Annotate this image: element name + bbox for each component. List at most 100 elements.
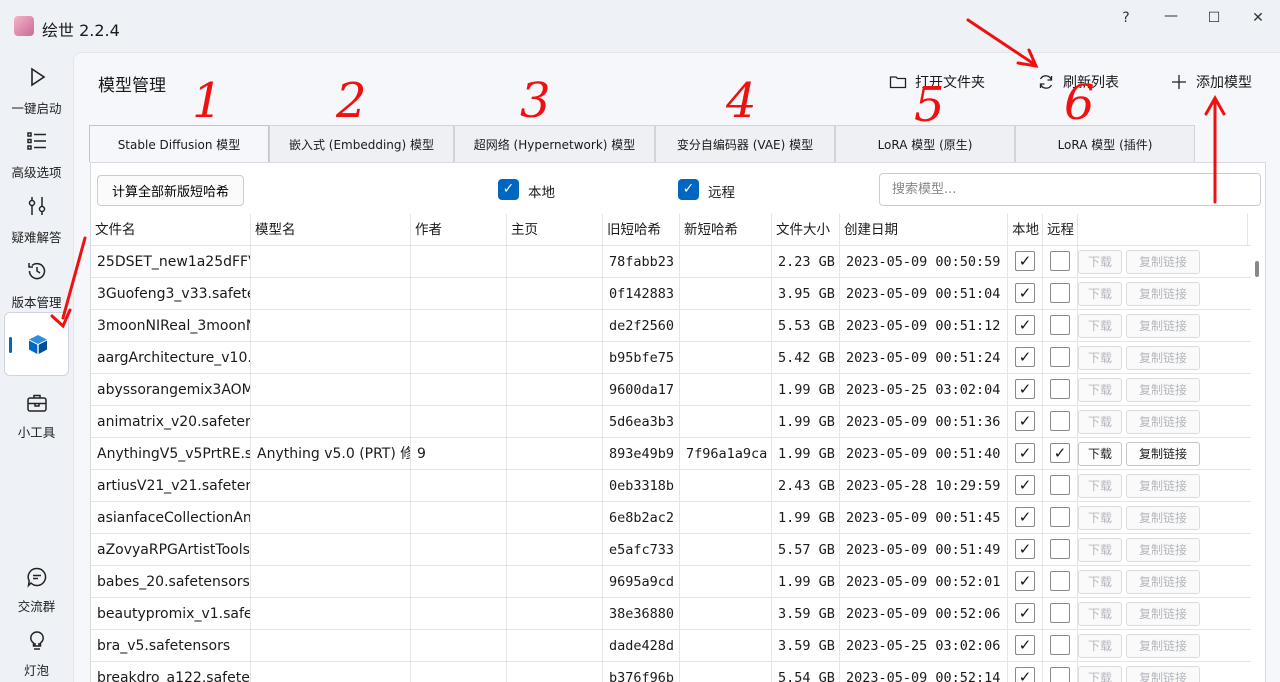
local-checkbox[interactable]: ✓ (1015, 283, 1035, 303)
copy-link-button[interactable]: 复制链接 (1126, 250, 1200, 274)
download-button[interactable]: 下载 (1078, 282, 1122, 306)
table-row[interactable]: abyssorangemix3AOM3_aom3 9600da17 1.99 GB2… (91, 374, 1251, 406)
maximize-button[interactable]: ☐ (1203, 8, 1225, 28)
download-button[interactable]: 下载 (1078, 602, 1122, 626)
table-row[interactable]: bra_v5.safetensors dade428d 3.59 GB 2023-05… (91, 630, 1251, 662)
table-row[interactable]: beautypromix_v1.safetensors 38e36880 3.59 … (91, 598, 1251, 630)
table-row[interactable]: babes_20.safetensors 9695a9cd 1.99 GB 2023-… (91, 566, 1251, 598)
download-button[interactable]: 下载 (1078, 346, 1122, 370)
tab-stable-diffusion[interactable]: Stable Diffusion 模型 (89, 125, 269, 162)
local-checkbox[interactable]: ✓ (1015, 539, 1035, 559)
local-checkbox[interactable]: ✓ (1015, 603, 1035, 623)
local-checkbox[interactable]: ✓ (1015, 251, 1035, 271)
column-header[interactable]: 文件大小 (772, 214, 840, 246)
help-button[interactable]: ? (1115, 8, 1137, 28)
column-header[interactable]: 远程 (1043, 214, 1078, 246)
remote-checkbox[interactable] (1050, 571, 1070, 591)
download-button[interactable]: 下载 (1078, 506, 1122, 530)
tab-vae[interactable]: 变分自编码器 (VAE) 模型 (655, 125, 835, 162)
table-row[interactable]: aargArchitecture_v10.safetensors b95bfe75… (91, 342, 1251, 374)
remote-checkbox[interactable] (1050, 315, 1070, 335)
remote-checkbox[interactable] (1050, 603, 1070, 623)
table-row[interactable]: 3Guofeng3_v33.safetensors 0f142883 3.95 GB… (91, 278, 1251, 310)
tab-hypernetwork[interactable]: 超网络 (Hypernetwork) 模型 (454, 125, 655, 162)
local-checkbox[interactable]: ✓ (1015, 475, 1035, 495)
tab-embedding[interactable]: 嵌入式 (Embedding) 模型 (269, 125, 454, 162)
download-button[interactable]: 下载 (1078, 442, 1122, 466)
column-header[interactable]: 新短哈希 (680, 214, 772, 246)
remote-checkbox[interactable] (1050, 347, 1070, 367)
minimize-button[interactable]: — (1160, 6, 1182, 26)
download-button[interactable]: 下载 (1078, 474, 1122, 498)
table-row[interactable]: artiusV21_v21.safetensors 0eb3318b 2.43 GB… (91, 470, 1251, 502)
column-header[interactable]: 文件名 (91, 214, 251, 246)
copy-link-button[interactable]: 复制链接 (1126, 314, 1200, 338)
table-row[interactable]: aZovyaRPGArtistTools_v3 e5afc733 5.57 GB20… (91, 534, 1251, 566)
download-button[interactable]: 下载 (1078, 250, 1122, 274)
copy-link-button[interactable]: 复制链接 (1126, 410, 1200, 434)
local-checkbox[interactable]: ✓ (498, 179, 519, 200)
remote-checkbox[interactable] (1050, 667, 1070, 682)
column-header[interactable]: 本地 (1008, 214, 1043, 246)
download-button[interactable]: 下载 (1078, 666, 1122, 682)
nav-tools[interactable]: 小工具 (4, 392, 69, 456)
table-row[interactable]: breakdro_a122.safetensors b376f96b 5.54 GB… (91, 662, 1251, 682)
remote-checkbox[interactable]: ✓ (678, 179, 699, 200)
copy-link-button[interactable]: 复制链接 (1126, 442, 1200, 466)
copy-link-button[interactable]: 复制链接 (1126, 378, 1200, 402)
nav-models[interactable] (4, 312, 69, 376)
table-row[interactable]: 3moonNIReal_3moonNIReal de2f2560 5.53 GB20… (91, 310, 1251, 342)
local-checkbox[interactable]: ✓ (1015, 635, 1035, 655)
nav-troubleshoot[interactable]: 疑难解答 (4, 195, 69, 259)
nav-bulb[interactable]: 灯泡 (4, 630, 69, 682)
download-button[interactable]: 下载 (1078, 570, 1122, 594)
copy-link-button[interactable]: 复制链接 (1126, 346, 1200, 370)
nav-launch[interactable]: 一键启动 (4, 66, 69, 130)
local-checkbox[interactable]: ✓ (1015, 507, 1035, 527)
local-checkbox[interactable]: ✓ (1015, 443, 1035, 463)
search-input[interactable] (879, 173, 1261, 206)
copy-link-button[interactable]: 复制链接 (1126, 666, 1200, 682)
column-header[interactable]: 作者 (411, 214, 507, 246)
local-checkbox[interactable]: ✓ (1015, 571, 1035, 591)
local-checkbox[interactable]: ✓ (1015, 347, 1035, 367)
download-button[interactable]: 下载 (1078, 634, 1122, 658)
copy-link-button[interactable]: 复制链接 (1126, 634, 1200, 658)
column-header[interactable]: 主页 (507, 214, 603, 246)
download-button[interactable]: 下载 (1078, 314, 1122, 338)
nav-community[interactable]: 交流群 (4, 566, 69, 630)
download-button[interactable]: 下载 (1078, 410, 1122, 434)
remote-checkbox[interactable] (1050, 379, 1070, 399)
nav-advanced[interactable]: 高级选项 (4, 130, 69, 194)
copy-link-button[interactable]: 复制链接 (1126, 506, 1200, 530)
table-row[interactable]: 25DSET_new1a25dFFVer 78fabb23 2.23 GB2023-… (91, 246, 1251, 278)
remote-checkbox[interactable] (1050, 283, 1070, 303)
remote-checkbox[interactable] (1050, 635, 1070, 655)
remote-checkbox[interactable] (1050, 507, 1070, 527)
vertical-scrollbar[interactable] (1255, 261, 1259, 277)
remote-checkbox[interactable] (1050, 539, 1070, 559)
table-row[interactable]: AnythingV5_v5PrtRE.safetensorsAnything v… (91, 438, 1251, 470)
close-button[interactable]: ✕ (1247, 8, 1269, 28)
column-header[interactable]: 旧短哈希 (603, 214, 680, 246)
remote-checkbox[interactable]: ✓ (1050, 443, 1070, 463)
remote-checkbox[interactable] (1050, 251, 1070, 271)
calc-hash-button[interactable]: 计算全部新版短哈希 (97, 175, 244, 206)
column-header[interactable]: 创建日期 (840, 214, 1008, 246)
local-checkbox[interactable]: ✓ (1015, 315, 1035, 335)
copy-link-button[interactable]: 复制链接 (1126, 538, 1200, 562)
copy-link-button[interactable]: 复制链接 (1126, 474, 1200, 498)
copy-link-button[interactable]: 复制链接 (1126, 602, 1200, 626)
local-checkbox[interactable]: ✓ (1015, 667, 1035, 682)
remote-checkbox[interactable] (1050, 411, 1070, 431)
download-button[interactable]: 下载 (1078, 378, 1122, 402)
tab-lora-plugin[interactable]: LoRA 模型 (插件) (1015, 125, 1195, 162)
add-model-button[interactable]: 添加模型 (1170, 71, 1252, 93)
table-row[interactable]: asianfaceCollectionAnd 6e8b2ac2 1.99 GB 202… (91, 502, 1251, 534)
column-header[interactable]: 模型名 (251, 214, 411, 246)
download-button[interactable]: 下载 (1078, 538, 1122, 562)
remote-checkbox[interactable] (1050, 475, 1070, 495)
local-checkbox[interactable]: ✓ (1015, 379, 1035, 399)
copy-link-button[interactable]: 复制链接 (1126, 282, 1200, 306)
copy-link-button[interactable]: 复制链接 (1126, 570, 1200, 594)
